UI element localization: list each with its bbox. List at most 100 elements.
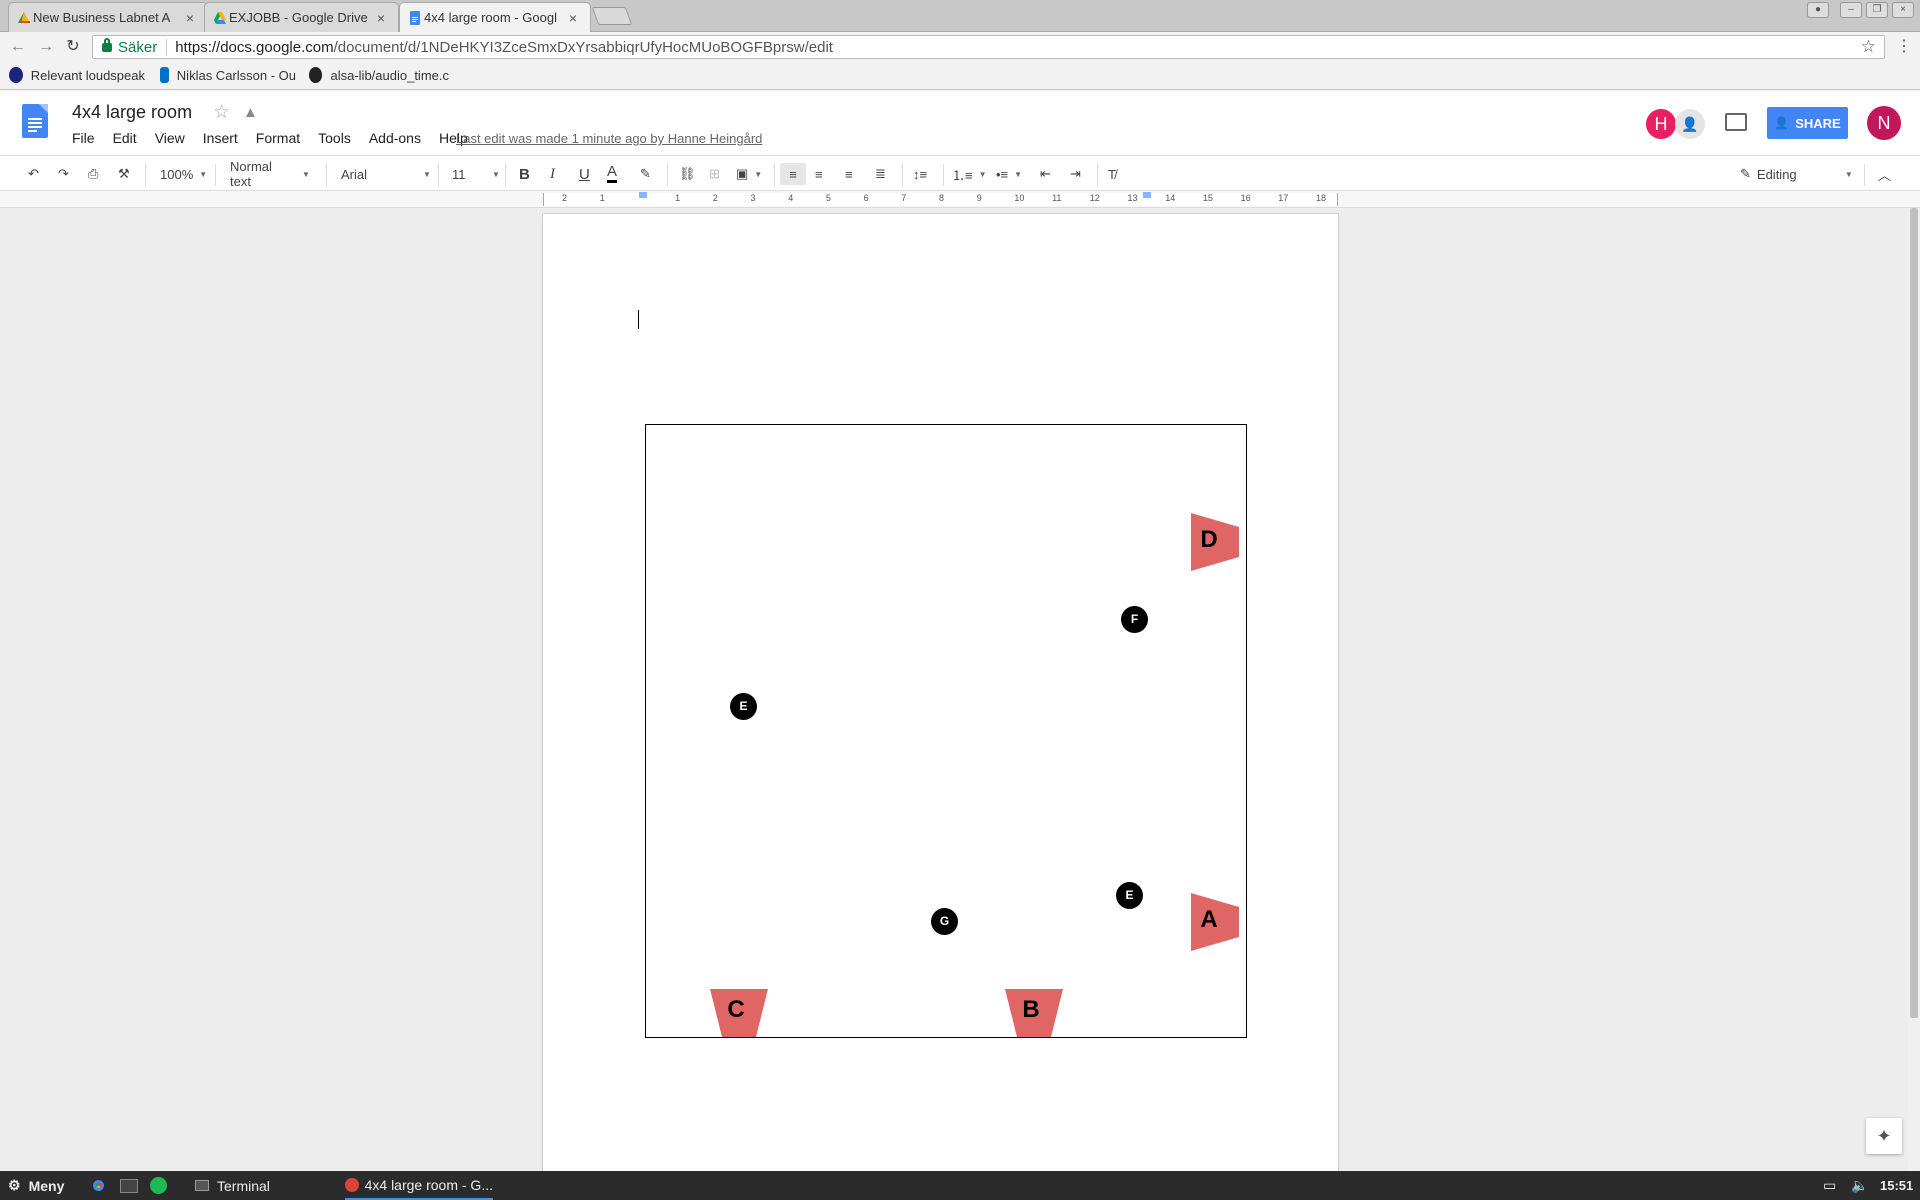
room-drawing[interactable]: D A C B F E E G xyxy=(645,424,1247,1038)
taskbar-window-label: 4x4 large room - G... xyxy=(364,1176,493,1193)
last-edit-link[interactable]: Last edit was made 1 minute ago by Hanne… xyxy=(456,131,762,146)
restore-icon[interactable]: ❐ xyxy=(1866,2,1888,18)
docs-header: 4x4 large room ☆ ▲ File Edit View Insert… xyxy=(0,91,1920,155)
share-button[interactable]: 👤 SHARE xyxy=(1767,107,1848,139)
menu-edit[interactable]: Edit xyxy=(113,130,137,146)
line-spacing-icon[interactable]: ↕≡ xyxy=(913,163,927,185)
browser-tab-doc[interactable]: 4x4 large room - Googl × xyxy=(399,2,591,32)
taskbar-terminal[interactable]: Terminal xyxy=(195,1171,270,1200)
back-icon[interactable]: ← xyxy=(8,37,28,57)
menu-view[interactable]: View xyxy=(155,130,185,146)
new-tab-button[interactable] xyxy=(591,7,633,25)
redo-icon[interactable]: ↷ xyxy=(58,163,69,185)
link-icon[interactable]: ⛓ xyxy=(679,163,696,185)
numbered-list-icon[interactable]: ⒈≡ ▼ xyxy=(952,163,987,185)
bookmark-item[interactable]: Niklas Carlsson - Ou xyxy=(160,67,296,83)
reload-icon[interactable]: ↻ xyxy=(63,37,83,57)
url-text[interactable]: https://docs.google.com/document/d/1NDeH… xyxy=(175,39,833,56)
person-add-icon: 👤 xyxy=(1774,116,1790,130)
speaker-d[interactable]: D xyxy=(1189,513,1241,571)
menu-addons[interactable]: Add-ons xyxy=(369,130,421,146)
align-center-icon[interactable]: ≡ xyxy=(815,163,823,185)
ruler-scale[interactable]: 2 1 1 2 3 4 5 6 7 8 9 10 11 12 13 14 15 16 17 18 xyxy=(543,192,1338,206)
bookmark-star-icon[interactable]: ☆ xyxy=(1861,37,1876,57)
bold-icon[interactable]: B xyxy=(519,163,530,185)
chevron-down-icon: ▼ xyxy=(978,169,987,179)
chevron-down-icon: ▼ xyxy=(423,169,431,179)
close-icon[interactable]: × xyxy=(183,10,197,26)
avatar-collaborator[interactable]: H xyxy=(1646,109,1676,139)
vertical-scrollbar[interactable] xyxy=(1908,208,1920,1171)
outlook-icon xyxy=(160,67,169,83)
speaker-a[interactable]: A xyxy=(1189,893,1241,951)
minimize-icon[interactable]: – xyxy=(1840,2,1862,18)
taskbar-browser-window[interactable]: 4x4 large room - G... xyxy=(345,1171,493,1200)
undo-icon[interactable]: ↶ xyxy=(28,163,39,185)
ruler-label: 3 xyxy=(750,193,756,203)
speaker-b[interactable]: B xyxy=(1005,988,1063,1038)
right-indent-marker[interactable] xyxy=(1143,192,1151,198)
address-bar[interactable]: Säker https://docs.google.com/document/d… xyxy=(92,35,1885,59)
ruler-label: 1 xyxy=(599,193,605,203)
align-justify-icon[interactable]: ≣ xyxy=(875,163,886,185)
style-select[interactable]: Normal text ▼ xyxy=(230,159,310,189)
align-left-icon[interactable]: ≡ xyxy=(780,163,806,185)
bulleted-list-icon[interactable]: •≡ ▼ xyxy=(996,163,1022,185)
comments-icon[interactable] xyxy=(1725,113,1747,131)
profile-icon[interactable]: ● xyxy=(1807,2,1829,18)
start-menu-button[interactable]: ⚙ Meny xyxy=(8,1171,64,1200)
text-cursor xyxy=(638,310,639,329)
speaker-c[interactable]: C xyxy=(710,988,768,1038)
left-indent-marker[interactable] xyxy=(639,192,647,198)
google-docs-logo-icon[interactable] xyxy=(22,104,48,138)
menu-file[interactable]: File xyxy=(72,130,95,146)
italic-icon[interactable]: I xyxy=(550,163,555,185)
volume-icon[interactable]: 🔈 xyxy=(1851,1171,1868,1200)
document-title[interactable]: 4x4 large room xyxy=(72,102,192,123)
chrome-menu-icon[interactable]: ⋮ xyxy=(1896,36,1912,56)
node-e[interactable]: E xyxy=(1116,882,1143,909)
bookmark-item[interactable]: Relevant loudspeak xyxy=(9,67,145,83)
notification-icon[interactable]: ▭ xyxy=(1823,1171,1836,1200)
close-window-icon[interactable]: × xyxy=(1892,2,1914,18)
clear-formatting-icon[interactable]: T̸ xyxy=(1108,163,1116,185)
close-icon[interactable]: × xyxy=(374,10,388,26)
bookmark-item[interactable]: alsa-lib/audio_time.c xyxy=(309,67,449,83)
node-f[interactable]: F xyxy=(1121,606,1148,633)
chrome-launcher-icon[interactable] xyxy=(90,1171,107,1200)
image-icon[interactable]: ▣ ▼ xyxy=(736,163,762,185)
scrollbar-thumb[interactable] xyxy=(1910,208,1918,1018)
avatar-user[interactable]: N xyxy=(1867,106,1901,140)
decrease-indent-icon[interactable]: ⇤ xyxy=(1040,163,1051,185)
browser-tab-labnet[interactable]: New Business Labnet A × xyxy=(8,2,208,32)
menu-format[interactable]: Format xyxy=(256,130,300,146)
spotify-launcher-icon[interactable] xyxy=(150,1171,167,1200)
menu-tools[interactable]: Tools xyxy=(318,130,351,146)
node-g[interactable]: G xyxy=(931,908,958,935)
people-chat-icon[interactable]: 👤 xyxy=(1675,109,1705,139)
print-icon[interactable]: ⎙ xyxy=(88,163,98,185)
ruler-label: 7 xyxy=(901,193,907,203)
document-page[interactable]: D A C B F E E G xyxy=(543,214,1338,1184)
collapse-menus-icon[interactable]: ︿ xyxy=(1878,163,1891,185)
paint-format-icon[interactable]: ⚒ xyxy=(118,163,130,185)
close-icon[interactable]: × xyxy=(566,10,580,26)
font-size-select[interactable]: 11 ▼ xyxy=(452,163,500,185)
menu-insert[interactable]: Insert xyxy=(203,130,238,146)
star-icon[interactable]: ☆ xyxy=(213,101,230,124)
node-e[interactable]: E xyxy=(730,693,757,720)
increase-indent-icon[interactable]: ⇥ xyxy=(1070,163,1081,185)
zoom-select[interactable]: 100% ▼ xyxy=(160,163,207,185)
browser-tab-drive[interactable]: EXJOBB - Google Drive × xyxy=(204,2,399,32)
text-color-icon[interactable]: A xyxy=(607,163,618,183)
add-comment-icon[interactable]: ⊞ xyxy=(709,163,720,185)
editing-mode-select[interactable]: ✎ Editing ▼ xyxy=(1740,163,1853,185)
align-right-icon[interactable]: ≡ xyxy=(845,163,853,185)
terminal-launcher-icon[interactable] xyxy=(120,1171,138,1200)
forward-icon[interactable]: → xyxy=(36,37,56,57)
explore-icon[interactable]: ✦ xyxy=(1866,1118,1902,1154)
highlight-icon[interactable]: ✎ xyxy=(640,163,651,185)
move-to-folder-icon[interactable]: ▲ xyxy=(243,104,258,121)
font-select[interactable]: Arial ▼ xyxy=(341,163,431,185)
underline-icon[interactable]: U xyxy=(579,163,590,185)
